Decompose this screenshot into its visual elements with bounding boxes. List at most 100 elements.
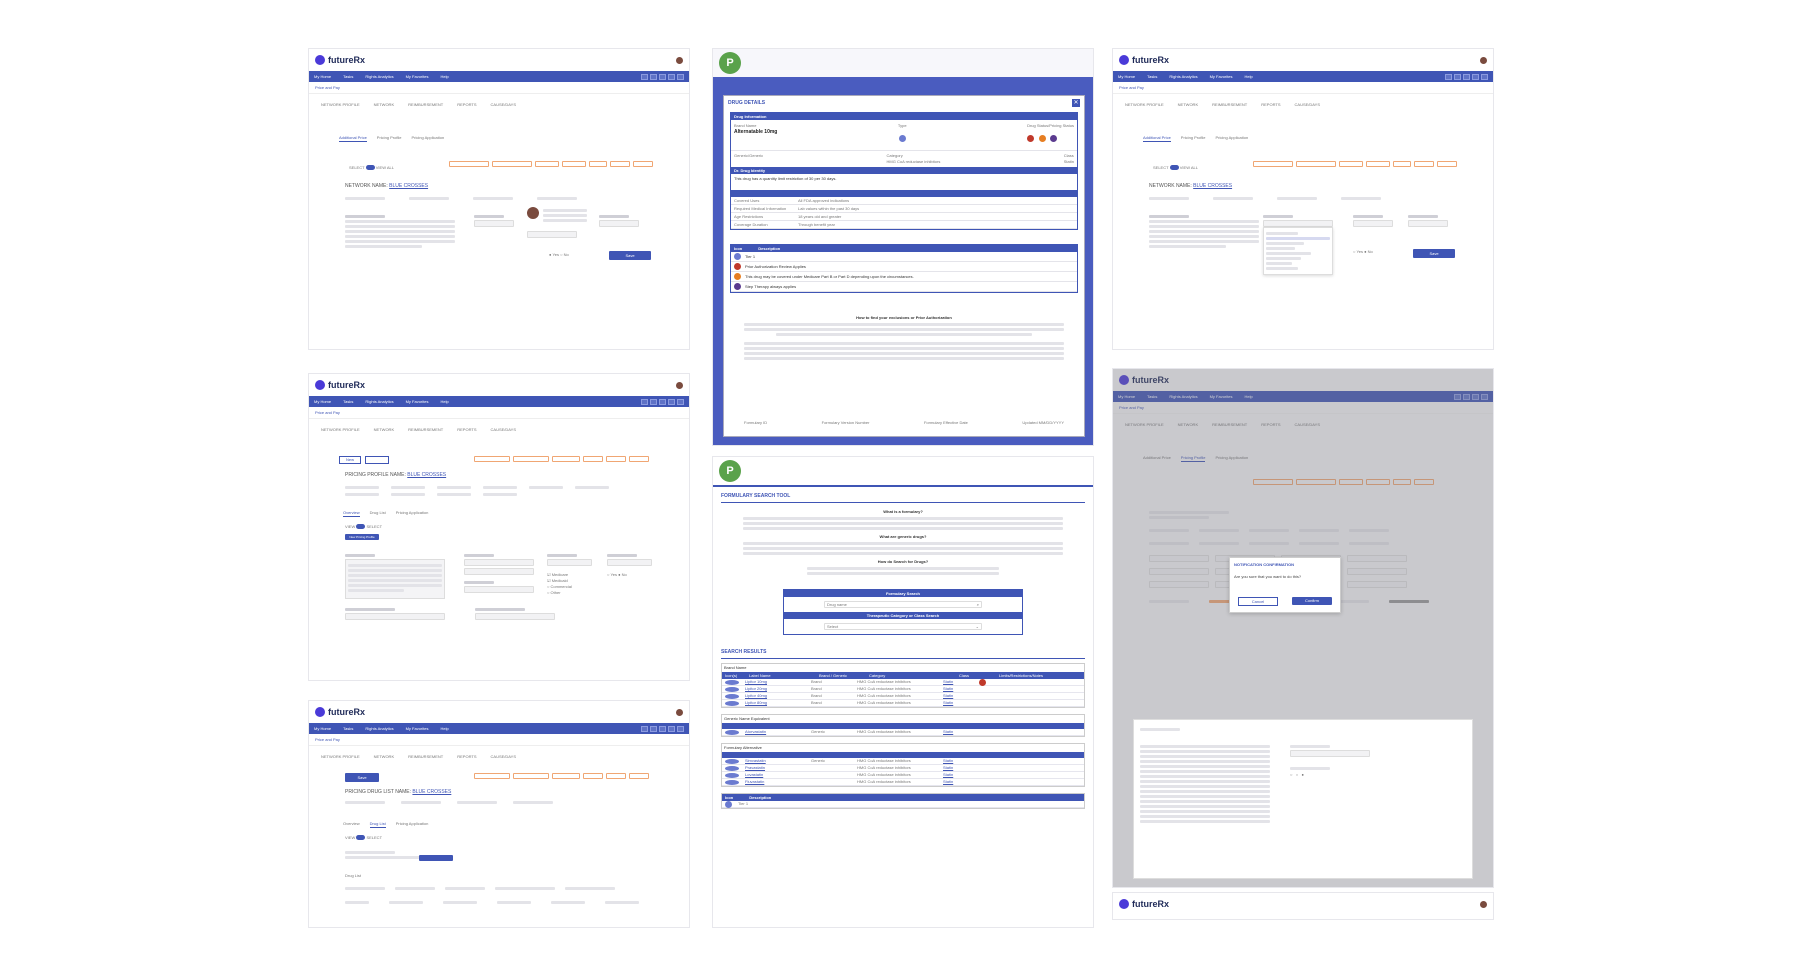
confirm-button[interactable]: Confirm (1292, 597, 1332, 605)
toggle-switch[interactable] (365, 165, 375, 171)
avatar[interactable] (676, 381, 683, 389)
avatar[interactable] (676, 708, 683, 716)
subtab-overview[interactable]: Overview (343, 821, 360, 828)
nav-item[interactable]: Tasks (1147, 74, 1157, 79)
select-field[interactable] (527, 231, 577, 238)
subtab-pricing-application[interactable]: Pricing Application (396, 821, 429, 828)
avatar[interactable] (1480, 900, 1487, 908)
nav-item[interactable]: Tasks (343, 399, 353, 404)
tab[interactable]: NETWORK PROFILE (1125, 102, 1164, 107)
tab[interactable]: CAUSE/DAYS (491, 427, 517, 432)
view-toggle[interactable]: VIEW SELECT (345, 524, 382, 530)
global-search[interactable] (371, 709, 670, 715)
avatar[interactable] (676, 56, 683, 64)
filter-chip[interactable] (535, 161, 559, 167)
new-button[interactable]: New (339, 456, 362, 464)
filter-chip[interactable] (589, 161, 607, 167)
save-button[interactable]: Save (345, 773, 379, 782)
global-search[interactable] (371, 57, 670, 63)
secondary-button[interactable] (365, 456, 390, 464)
nav-item[interactable]: My Home (314, 74, 331, 79)
tab[interactable]: NETWORK PROFILE (321, 754, 360, 759)
table-row[interactable]: Lipitor 80mg Brand HMG CoA reductase inhib… (722, 700, 1084, 707)
nav-item[interactable]: My Favorites (406, 726, 429, 731)
breadcrumb[interactable]: Price and Pay (309, 407, 689, 419)
tab[interactable]: REIMBURSEMENT (1212, 102, 1247, 107)
nav-item[interactable]: Rights Analytics (365, 726, 393, 731)
table-row[interactable]: Fluvastatin HMG CoA reductase inhibitors S… (722, 779, 1084, 786)
subtab-pricing-application[interactable]: Pricing Application (396, 510, 429, 517)
nav-item[interactable]: Help (441, 726, 449, 731)
radio-group[interactable]: ● Yes ○ No (549, 252, 569, 258)
nav-item[interactable]: My Home (1118, 74, 1135, 79)
subtab-drug-list[interactable]: Drug List (369, 821, 386, 828)
tab[interactable]: REPORTS (457, 754, 476, 759)
tab[interactable]: REIMBURSEMENT (408, 427, 443, 432)
toolbar-icon[interactable] (677, 73, 684, 80)
nav-item[interactable]: My Home (314, 399, 331, 404)
nav-item[interactable]: Help (1245, 74, 1253, 79)
subtab-overview[interactable]: Overview (343, 510, 360, 517)
tab[interactable]: CAUSE/DAYS (491, 754, 517, 759)
toolbar-icon[interactable] (641, 73, 648, 80)
tab[interactable]: REIMBURSEMENT (408, 754, 443, 759)
view-toggle[interactable]: VIEW SELECT (345, 835, 382, 841)
breadcrumb[interactable]: Price and Pay (309, 734, 689, 746)
tab[interactable]: NETWORK (374, 102, 394, 107)
tab[interactable]: REPORTS (1261, 102, 1280, 107)
toolbar-icon[interactable] (659, 73, 666, 80)
tab[interactable]: NETWORK (374, 754, 394, 759)
radio-group[interactable]: ○ Yes ● No (1353, 249, 1373, 255)
table-row[interactable]: Lipitor 10mg Brand HMG CoA reductase inhib… (722, 678, 1084, 686)
close-icon[interactable]: ✕ (1072, 99, 1080, 107)
filter-chip[interactable] (449, 161, 489, 167)
nav-item[interactable]: Tasks (343, 726, 353, 731)
search-icon[interactable]: ⌕ (977, 602, 979, 607)
nav-item[interactable]: Tasks (343, 74, 353, 79)
subtab-pricing-profile[interactable]: Pricing Profile (377, 135, 402, 142)
global-search[interactable] (371, 382, 670, 388)
view-toggle[interactable]: SELECT VIEW ALL (349, 165, 394, 171)
tab[interactable]: REPORTS (457, 102, 476, 107)
tab[interactable]: REIMBURSEMENT (408, 102, 443, 107)
table-row[interactable]: Atorvastatin Generic HMG CoA reductase inh… (722, 729, 1084, 736)
toolbar-icon[interactable] (668, 73, 675, 80)
table-row[interactable]: Lipitor 20mg Brand HMG CoA reductase inhib… (722, 686, 1084, 693)
view-toggle[interactable]: SELECT VIEW ALL (1153, 165, 1198, 171)
nav-item[interactable]: Help (441, 74, 449, 79)
subtab-pricing-application[interactable]: Pricing Application (411, 135, 444, 142)
new-pricing-profile-button[interactable]: New Pricing Profile (345, 534, 379, 540)
save-button[interactable]: Save (1413, 249, 1455, 258)
cancel-button[interactable]: Cancel (1238, 597, 1278, 606)
breadcrumb[interactable]: Price and Pay (309, 82, 689, 94)
avatar[interactable] (1480, 56, 1487, 64)
drug-search-input[interactable]: Drug name ⌕ (824, 601, 982, 608)
table-row[interactable]: Lipitor 40mg Brand HMG CoA reductase inhib… (722, 693, 1084, 700)
tab[interactable]: REPORTS (457, 427, 476, 432)
nav-item[interactable]: My Favorites (406, 399, 429, 404)
nav-item[interactable]: My Home (314, 726, 331, 731)
nav-item[interactable]: My Favorites (1210, 74, 1233, 79)
filter-chip[interactable] (492, 161, 532, 167)
nav-item[interactable]: Rights Analytics (365, 74, 393, 79)
subtab-additional-price[interactable]: Additional Price (339, 135, 367, 142)
nav-item[interactable]: Rights Analytics (365, 399, 393, 404)
table-row[interactable]: Pravastatin HMG CoA reductase inhibitors S… (722, 765, 1084, 772)
tab[interactable]: NETWORK PROFILE (321, 427, 360, 432)
tab[interactable]: CAUSE/DAYS (1295, 102, 1321, 107)
save-button[interactable]: Save (609, 251, 651, 260)
subtab-drug-list[interactable]: Drug List (370, 510, 386, 517)
apply-button[interactable] (419, 855, 453, 861)
tab[interactable]: CAUSE/DAYS (491, 102, 517, 107)
toolbar-icon[interactable] (650, 73, 657, 80)
global-search[interactable] (1175, 57, 1474, 63)
breadcrumb[interactable]: Price and Pay (1113, 82, 1493, 94)
tab[interactable]: NETWORK (374, 427, 394, 432)
nav-item[interactable]: Help (441, 399, 449, 404)
filter-chip[interactable] (610, 161, 630, 167)
filter-chip[interactable] (562, 161, 586, 167)
category-select[interactable]: Select ⌄ (824, 623, 982, 630)
filter-chip[interactable] (633, 161, 653, 167)
tab[interactable]: NETWORK PROFILE (321, 102, 360, 107)
table-row[interactable]: Lovastatin HMG CoA reductase inhibitors St… (722, 772, 1084, 779)
